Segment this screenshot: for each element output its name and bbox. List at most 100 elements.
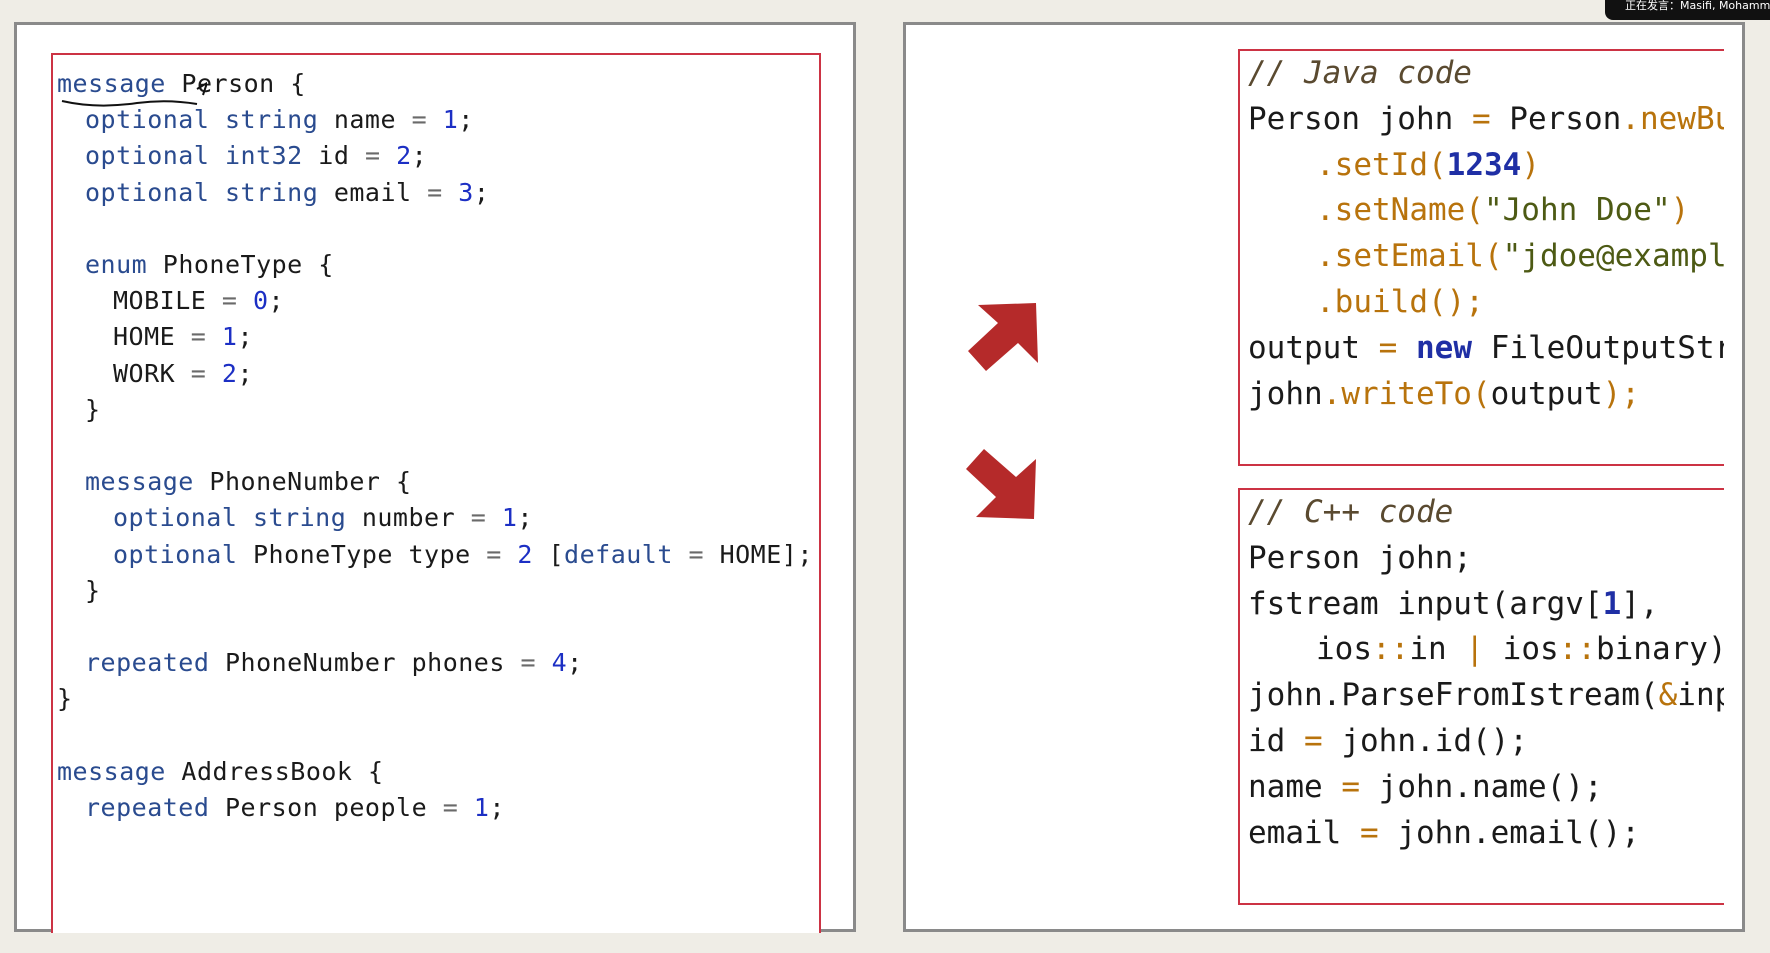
code-token: ;: [411, 141, 428, 171]
code-token: 1: [1602, 585, 1622, 622]
code-token: ;: [458, 105, 474, 135]
cpp-code-line: email = john.email();: [1248, 815, 1640, 851]
code-token: message: [57, 756, 166, 786]
code-token: .setId(: [1316, 146, 1447, 183]
java-code-line: Person john = Person.newBu: [1248, 101, 1724, 137]
code-token: output: [1490, 375, 1603, 412]
code-token: .newBu: [1621, 100, 1724, 137]
code-token: ;: [268, 286, 285, 316]
code-token: =: [1378, 329, 1398, 366]
code-token: =: [411, 105, 428, 135]
cpp-code-box: // C++ code Person john; fstream input(arg…: [1238, 488, 1724, 905]
code-token: PhoneNumber phones: [209, 648, 521, 678]
code-token: optional: [113, 539, 238, 569]
code-token: [: [532, 539, 565, 569]
code-token: new: [1416, 329, 1472, 366]
code-token: =: [190, 358, 207, 388]
cpp-code-line: id = john.id();: [1248, 723, 1528, 759]
code-token: 2: [221, 358, 238, 388]
cpp-code-line: Person john;: [1248, 540, 1472, 576]
code-token: HOME: [113, 322, 191, 352]
code-token: }: [85, 394, 101, 424]
code-token: ): [1521, 146, 1540, 183]
speaker-label: 正在发言：Masifi, Mohamm: [1625, 0, 1770, 12]
code-token: =: [190, 322, 207, 352]
code-token: "John Doe": [1483, 192, 1671, 229]
proto-code-line: MOBILE = 0;: [113, 286, 284, 315]
code-token: =: [486, 539, 502, 569]
code-token: in: [1409, 631, 1466, 668]
code-token: ::: [1372, 631, 1410, 668]
code-token: ): [1670, 192, 1690, 229]
code-token: inp: [1677, 677, 1724, 714]
code-token: 1: [442, 105, 459, 135]
cpp-code-line: ios::in | ios::binary): [1316, 631, 1724, 667]
code-token: "jdoe@exampl: [1502, 238, 1724, 275]
code-token: id: [1248, 723, 1304, 759]
code-token: 1234: [1446, 146, 1522, 183]
code-token: MOBILE: [113, 286, 222, 316]
code-token: .setEmail(: [1316, 238, 1503, 275]
speaker-indicator: 正在发言：Masifi, Mohamm: [1605, 0, 1770, 20]
proto-code-line: optional string email = 3;: [85, 178, 489, 207]
arrow-down-right-icon: [966, 449, 1036, 519]
proto-slide: message Person {optional string name = 1…: [14, 22, 856, 933]
cpp-code-line: // C++ code: [1248, 494, 1453, 530]
java-code-line: .setEmail("jdoe@exampl: [1316, 238, 1724, 274]
code-token: =: [1471, 100, 1491, 137]
code-token: name: [318, 105, 412, 135]
proto-code-line: optional int32 id = 2;: [85, 141, 427, 170]
code-token: =: [442, 793, 459, 822]
code-token: john.ParseFromIstream(: [1248, 677, 1659, 714]
code-example-slide: // Java code Person john = Person.newBu .s…: [903, 22, 1745, 932]
code-token: |: [1465, 631, 1484, 668]
code-token: repeated: [85, 648, 210, 678]
java-code-line: .setId(1234): [1316, 147, 1540, 183]
code-token: PhoneNumber {: [193, 467, 412, 497]
code-token: WORK: [113, 358, 191, 388]
code-token: john: [1248, 375, 1323, 412]
code-token: );: [1602, 375, 1640, 412]
code-token: ios: [1484, 631, 1559, 668]
code-token: =: [688, 539, 705, 569]
cpp-comment: // C++ code: [1248, 494, 1454, 530]
code-token: .writeTo(: [1322, 375, 1491, 412]
code-token: ios: [1316, 631, 1372, 668]
proto-code-line: optional string number = 1;: [113, 503, 533, 532]
code-token: email: [318, 177, 428, 207]
code-token: ],: [1621, 585, 1659, 622]
proto-code-line: WORK = 2;: [113, 359, 253, 388]
code-token: PhoneType type: [237, 539, 487, 569]
code-token: 2: [517, 539, 533, 569]
code-token: Person john: [1248, 100, 1472, 137]
cpp-code-line: name = john.name();: [1248, 769, 1603, 805]
code-token: ;: [473, 177, 490, 207]
code-token: =: [364, 141, 381, 171]
code-token: PhoneType {: [147, 250, 334, 279]
code-token: optional string: [85, 177, 319, 207]
proto-code-line: repeated Person people = 1;: [85, 793, 505, 822]
proto-code-line: optional PhoneType type = 2 [default = H…: [113, 540, 813, 569]
code-token: ::: [1558, 631, 1596, 668]
code-token: ;: [567, 648, 583, 678]
java-code-line: output = new FileOutputStr: [1248, 330, 1724, 366]
code-token: 3: [458, 177, 474, 207]
annotation-scribble: [61, 81, 207, 107]
code-token: HOME];: [704, 539, 813, 569]
code-token: john.id();: [1322, 723, 1528, 759]
proto-code-line: message AddressBook {: [57, 757, 384, 786]
code-token: ;: [517, 503, 533, 533]
code-token: 0: [252, 286, 269, 316]
code-token: =: [520, 648, 537, 678]
code-token: 4: [551, 648, 568, 678]
code-token: =: [221, 286, 238, 316]
code-token: AddressBook {: [165, 756, 384, 786]
proto-code-line: }: [85, 576, 101, 605]
